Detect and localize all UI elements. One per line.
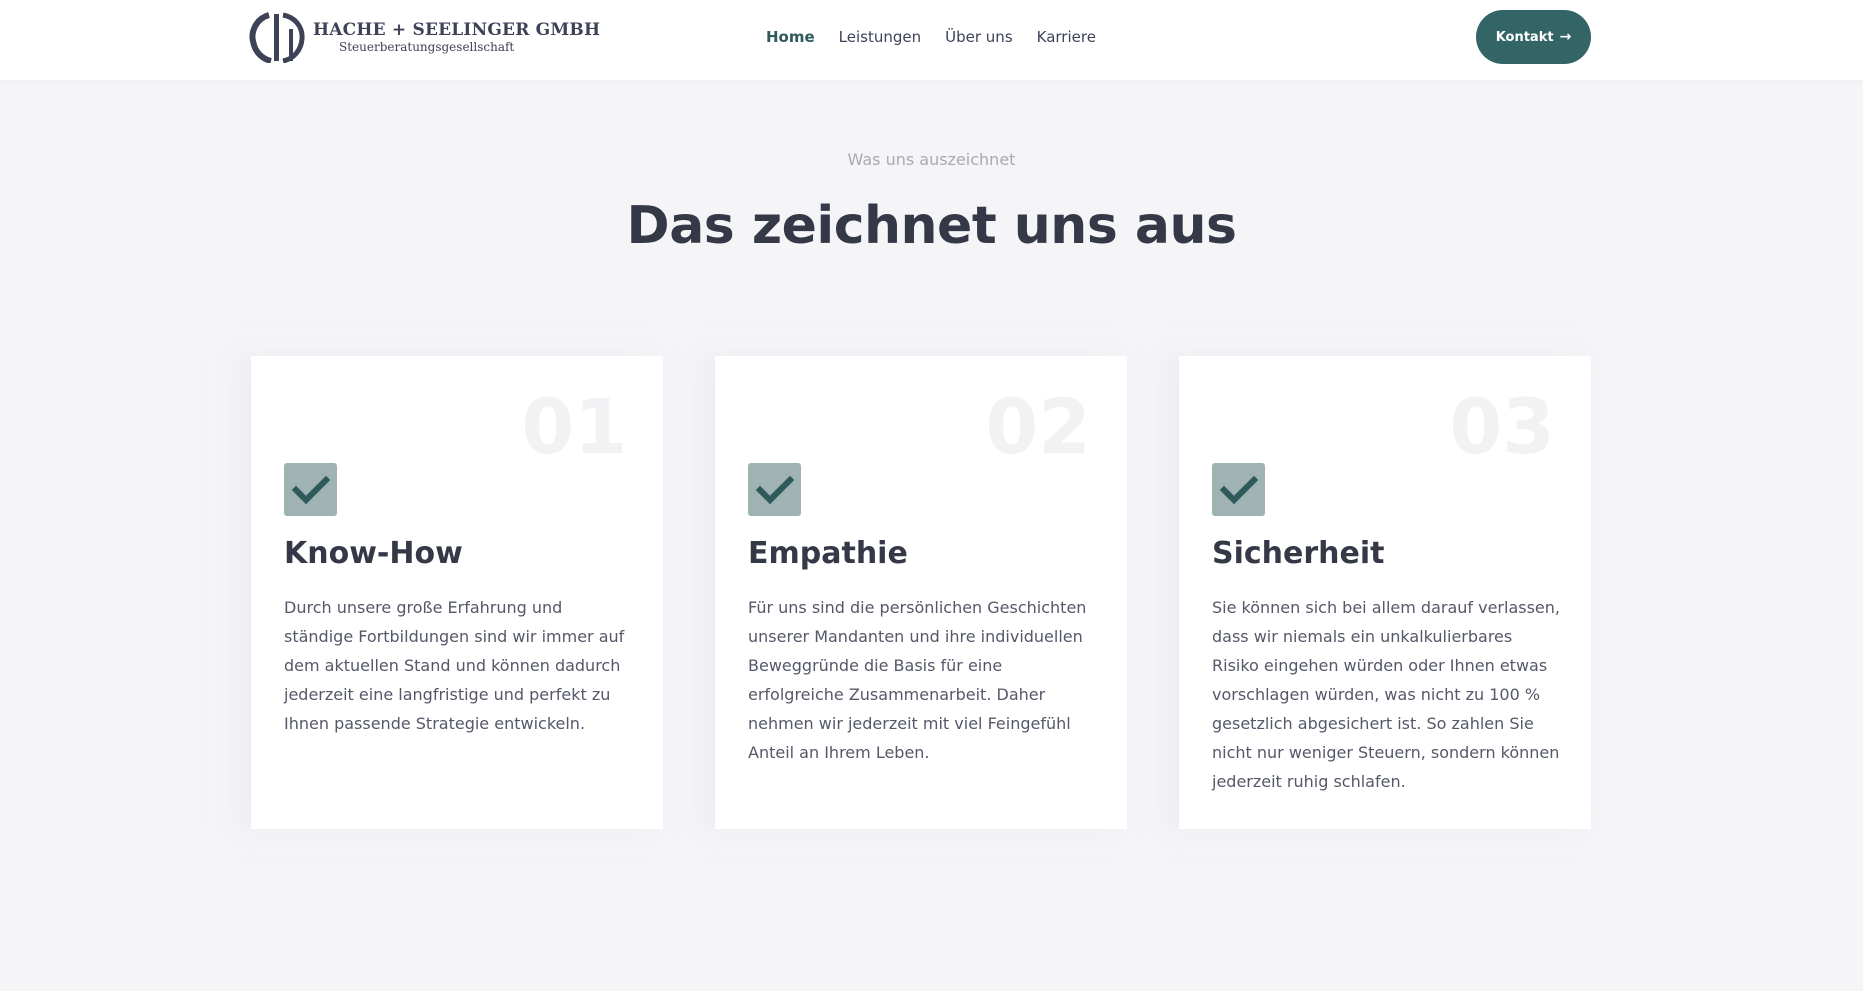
company-logo[interactable]: HACHE + SEELINGER GMBH Steuerberatungsge… [249, 11, 600, 63]
card-title: Empathie [748, 536, 908, 571]
section-eyebrow: Was uns auszeichnet [847, 150, 1016, 169]
nav-leistungen[interactable]: Leistungen [839, 26, 921, 48]
site-header: HACHE + SEELINGER GMBH Steuerberatungsge… [0, 0, 1863, 80]
feature-card-sicherheit: 03 Sicherheit Sie können sich bei allem … [1179, 356, 1591, 829]
main-nav: Home Leistungen Über uns Karriere [766, 26, 1096, 48]
card-title: Sicherheit [1212, 536, 1385, 571]
nav-ueber-uns[interactable]: Über uns [945, 26, 1013, 48]
logo-title: HACHE + SEELINGER GMBH [313, 20, 601, 40]
kontakt-button[interactable]: Kontakt → [1476, 10, 1591, 64]
section-title: Das zeichnet uns aus [626, 196, 1237, 256]
card-text: Für uns sind die persönlichen Geschichte… [748, 598, 1087, 762]
nav-home[interactable]: Home [766, 26, 815, 48]
card-number: 01 [521, 382, 627, 471]
card-title: Know-How [284, 536, 463, 571]
logo-mark-icon [249, 12, 305, 63]
kontakt-button-label: Kontakt [1495, 29, 1554, 45]
card-text: Sie können sich bei allem darauf verlass… [1212, 598, 1560, 791]
card-text: Durch unsere große Erfahrung und ständig… [284, 598, 625, 733]
nav-karriere[interactable]: Karriere [1037, 26, 1096, 48]
check-icon [1212, 463, 1265, 516]
card-number: 03 [1449, 382, 1555, 471]
feature-card-know-how: 01 Know-How Durch unsere große Erfahrung… [251, 356, 663, 829]
logo-subtitle: Steuerberatungsgesellschaft [339, 40, 515, 54]
arrow-right-icon: → [1559, 29, 1572, 45]
logo-text: HACHE + SEELINGER GMBH Steuerberatungsge… [313, 20, 600, 54]
feature-card-empathie: 02 Empathie Für uns sind die persönliche… [715, 356, 1127, 829]
card-number: 02 [985, 382, 1091, 471]
check-icon [748, 463, 801, 516]
check-icon [284, 463, 337, 516]
